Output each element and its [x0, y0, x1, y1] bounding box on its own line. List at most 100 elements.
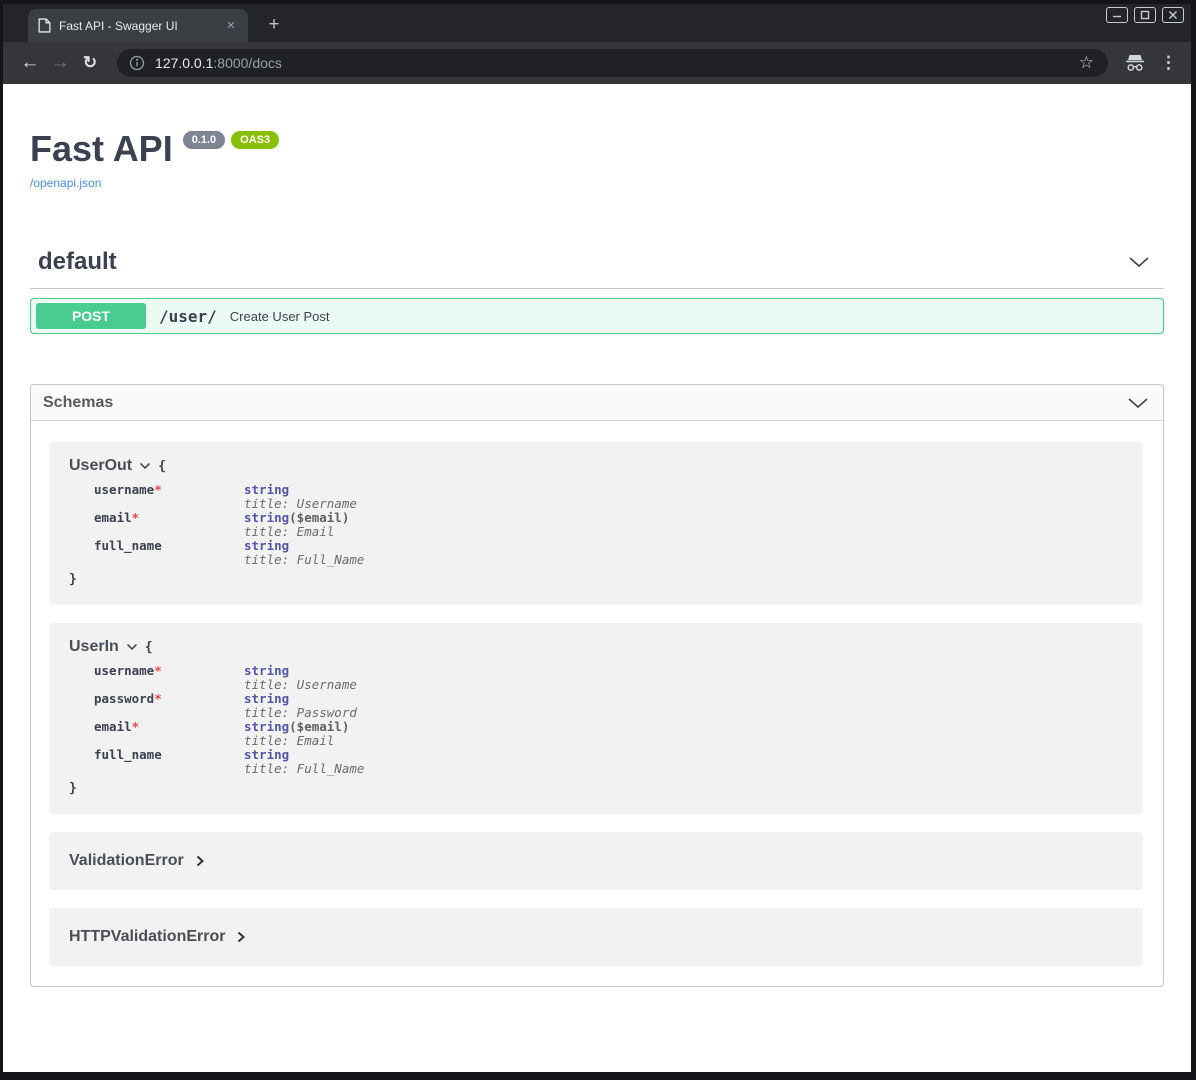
property-name: password*	[94, 692, 244, 720]
property-row: password* string title: Password	[94, 692, 1123, 720]
toolbar-right: ⋮	[1124, 53, 1177, 73]
window-controls	[1106, 7, 1184, 23]
required-star: *	[154, 663, 162, 678]
property-definition: string($email) title: Email	[244, 720, 349, 748]
model-httpvalidationerror[interactable]: HTTPValidationError	[49, 908, 1143, 966]
address-bar[interactable]: 127.0.0.1:8000/docs ☆	[117, 49, 1108, 77]
property-definition: string title: Password	[244, 692, 357, 720]
swagger-page: Fast API0.1.0OAS3 /openapi.json default …	[3, 84, 1191, 1072]
property-title: title: Full_Name	[244, 762, 364, 776]
model-properties: username* string title: Username passwor…	[94, 664, 1123, 776]
model-userout-header[interactable]: UserOut {	[69, 457, 1123, 475]
operation-path: /user/	[159, 307, 217, 326]
api-info: Fast API 0.1.0 OAS3 /openapi.json	[30, 84, 1164, 190]
api-badges: 0.1.0 OAS3	[183, 131, 279, 149]
property-format: ($email)	[289, 719, 349, 734]
close-brace: }	[69, 781, 1123, 796]
minimize-button[interactable]	[1106, 7, 1128, 23]
url-path: :8000/docs	[213, 55, 282, 71]
property-definition: string title: Username	[244, 664, 357, 692]
bookmark-star-icon[interactable]: ☆	[1075, 53, 1098, 73]
oas3-badge: OAS3	[231, 131, 279, 149]
schemas-section: Schemas UserOut {	[30, 384, 1164, 987]
model-userin-header[interactable]: UserIn {	[69, 638, 1123, 656]
maximize-button[interactable]	[1134, 7, 1156, 23]
tab-close-icon[interactable]: ×	[222, 17, 240, 35]
url-host: 127.0.0.1	[155, 55, 213, 71]
schemas-title: Schemas	[43, 394, 113, 412]
chevron-right-icon	[237, 931, 245, 943]
property-type: string	[244, 691, 289, 706]
method-badge: POST	[36, 303, 146, 329]
property-row: email* string($email) title: Email	[94, 511, 1123, 539]
open-brace: {	[158, 459, 166, 474]
openapi-spec-link[interactable]: /openapi.json	[30, 176, 1164, 190]
property-row: email* string($email) title: Email	[94, 720, 1123, 748]
property-type: string	[244, 747, 289, 762]
operation-summary: Create User Post	[230, 309, 330, 324]
property-format: ($email)	[289, 510, 349, 525]
property-type: string	[244, 538, 289, 553]
required-star: *	[132, 719, 140, 734]
chevron-down-icon	[126, 643, 138, 651]
model-name: UserIn	[69, 638, 119, 656]
property-row: full_name string title: Full_Name	[94, 748, 1123, 776]
info-icon[interactable]	[129, 55, 145, 71]
titlebar: Fast API - Swagger UI × +	[3, 4, 1191, 42]
property-title: title: Username	[244, 497, 357, 511]
browser-menu-icon[interactable]: ⋮	[1160, 53, 1177, 73]
property-type: string	[244, 719, 289, 734]
tab-title: Fast API - Swagger UI	[59, 19, 222, 33]
required-star: *	[154, 691, 162, 706]
property-row: username* string title: Username	[94, 664, 1123, 692]
reload-icon[interactable]: ↻	[75, 53, 105, 73]
property-name: username*	[94, 664, 244, 692]
property-definition: string title: Full_Name	[244, 539, 364, 567]
property-title: title: Email	[244, 525, 349, 539]
model-userin: UserIn { username* string title: Usernam…	[49, 623, 1143, 814]
operation-post-user[interactable]: POST /user/ Create User Post	[30, 298, 1164, 334]
required-star: *	[154, 482, 162, 497]
close-brace: }	[69, 572, 1123, 587]
property-type: string	[244, 663, 289, 678]
browser-tab[interactable]: Fast API - Swagger UI ×	[28, 9, 248, 42]
property-name: email*	[94, 720, 244, 748]
tag-section-header[interactable]: default	[30, 248, 1164, 289]
property-title: title: Password	[244, 706, 357, 720]
property-title: title: Username	[244, 678, 357, 692]
back-icon[interactable]: ←	[15, 52, 45, 74]
property-name: full_name	[94, 539, 244, 567]
model-name: ValidationError	[69, 852, 184, 870]
chevron-down-icon	[139, 462, 151, 470]
forward-icon[interactable]: →	[45, 52, 75, 74]
property-definition: string title: Username	[244, 483, 357, 511]
schemas-header[interactable]: Schemas	[31, 385, 1163, 421]
property-name: email*	[94, 511, 244, 539]
version-badge: 0.1.0	[183, 131, 225, 149]
url-text: 127.0.0.1:8000/docs	[155, 55, 1075, 71]
close-button[interactable]	[1162, 7, 1184, 23]
page-icon	[38, 18, 51, 33]
new-tab-button[interactable]: +	[262, 14, 286, 36]
open-brace: {	[145, 640, 153, 655]
property-title: title: Email	[244, 734, 349, 748]
property-row: full_name string title: Full_Name	[94, 539, 1123, 567]
property-type: string	[244, 510, 289, 525]
property-row: username* string title: Username	[94, 483, 1123, 511]
api-title: Fast API	[30, 128, 173, 169]
model-properties: username* string title: Username email* …	[94, 483, 1123, 567]
property-definition: string($email) title: Email	[244, 511, 349, 539]
property-title: title: Full_Name	[244, 553, 364, 567]
chevron-down-icon	[1127, 397, 1149, 409]
tag-title: default	[38, 248, 117, 276]
property-name: username*	[94, 483, 244, 511]
model-validationerror[interactable]: ValidationError	[49, 832, 1143, 890]
incognito-icon	[1124, 54, 1146, 73]
required-star: *	[132, 510, 140, 525]
schemas-body: UserOut { username* string title: Userna…	[31, 421, 1163, 986]
property-definition: string title: Full_Name	[244, 748, 364, 776]
model-name: UserOut	[69, 457, 132, 475]
model-name: HTTPValidationError	[69, 928, 225, 946]
browser-window: Fast API - Swagger UI × + ← → ↻	[0, 0, 1196, 1080]
property-name: full_name	[94, 748, 244, 776]
